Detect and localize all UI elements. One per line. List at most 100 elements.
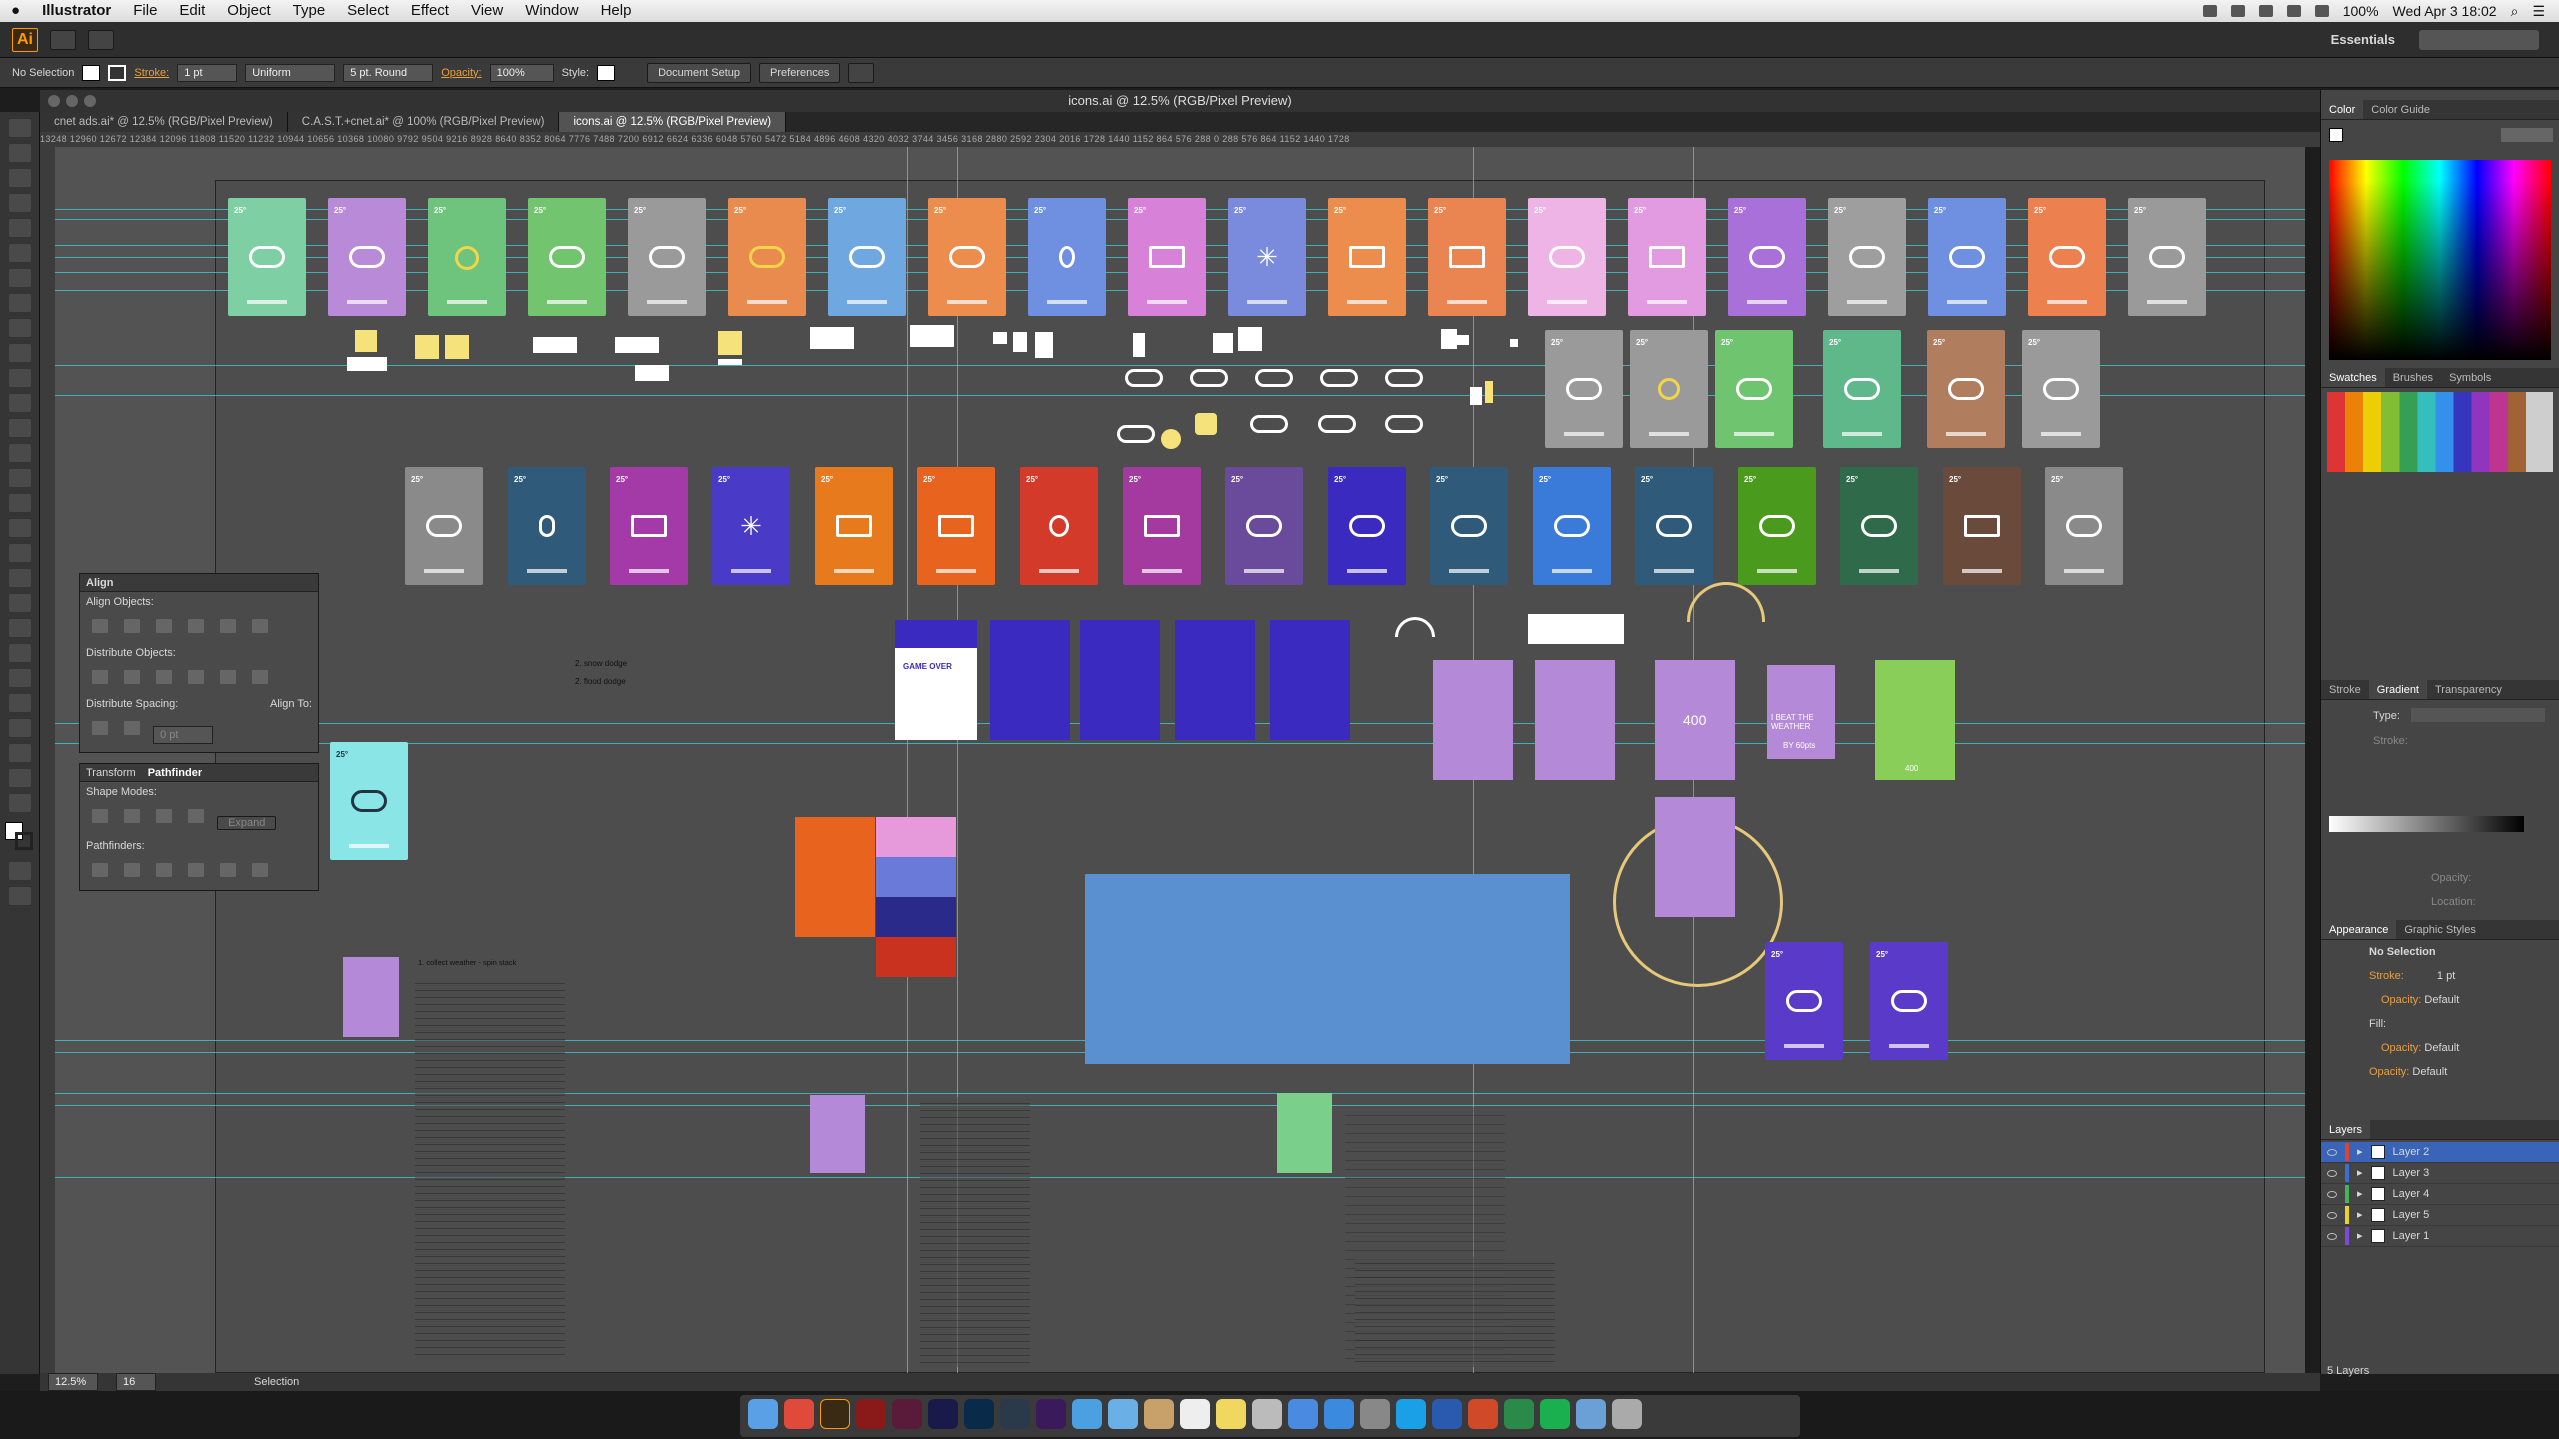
horizontal-spacing-icon[interactable]: [124, 721, 140, 735]
align-left-icon[interactable]: [92, 619, 108, 633]
ui-element[interactable]: [1441, 329, 1457, 349]
weather-card[interactable]: 25°: [528, 198, 606, 316]
disclosure-icon[interactable]: ▸: [2357, 1142, 2363, 1163]
cloud-icon[interactable]: [1385, 369, 1423, 387]
tray-icon[interactable]: [2230, 5, 2245, 17]
layer-name[interactable]: Layer 3: [2393, 1163, 2430, 1184]
tab-appearance[interactable]: Appearance: [2321, 920, 2397, 939]
blue-block[interactable]: [876, 857, 956, 897]
zoom-tool-icon[interactable]: [9, 794, 31, 812]
layer-name[interactable]: Layer 4: [2393, 1184, 2430, 1205]
flash-icon[interactable]: [856, 1399, 886, 1429]
icon-sheet[interactable]: [1085, 874, 1570, 1064]
folder-icon[interactable]: [1576, 1399, 1606, 1429]
cloud-icon[interactable]: [1125, 369, 1163, 387]
trash-icon[interactable]: [1612, 1399, 1642, 1429]
tray-icon[interactable]: [2202, 5, 2217, 17]
tab-transform[interactable]: Transform: [86, 764, 136, 781]
menu-file[interactable]: File: [122, 0, 168, 22]
powerpoint-icon[interactable]: [1468, 1399, 1498, 1429]
color-spectrum[interactable]: [2329, 160, 2551, 360]
ui-element[interactable]: [993, 332, 1007, 344]
outline-icon[interactable]: [220, 863, 236, 877]
weather-card[interactable]: 25°: [1428, 198, 1506, 316]
tab-color[interactable]: Color: [2321, 100, 2364, 119]
gradient-tool-icon[interactable]: [9, 594, 31, 612]
stroke-swatch[interactable]: [15, 832, 33, 850]
photos-icon[interactable]: [1252, 1399, 1282, 1429]
workspace-switcher[interactable]: Essentials: [2331, 32, 2395, 47]
purple-screen[interactable]: [1535, 660, 1615, 780]
ui-element[interactable]: [1035, 332, 1053, 358]
pink-block[interactable]: [876, 817, 956, 857]
tray-icon[interactable]: [2258, 5, 2273, 17]
weather-card[interactable]: 25°: [428, 198, 506, 316]
umbrella-screen[interactable]: [1175, 620, 1255, 740]
visibility-icon[interactable]: [2327, 1232, 2337, 1240]
stroke-swatch[interactable]: [108, 64, 127, 81]
guide[interactable]: [55, 1105, 2305, 1106]
ui-element[interactable]: [445, 335, 469, 359]
menu-edit[interactable]: Edit: [168, 0, 216, 22]
blend-tool-icon[interactable]: [9, 644, 31, 662]
weather-card[interactable]: 25°: [1630, 330, 1708, 448]
weather-card[interactable]: 25°: [1765, 942, 1843, 1060]
zoom-window-icon[interactable]: [84, 95, 96, 107]
guide[interactable]: [55, 1177, 2305, 1178]
minimize-window-icon[interactable]: [66, 95, 78, 107]
itunes-icon[interactable]: [1288, 1399, 1318, 1429]
ui-element[interactable]: [718, 331, 742, 355]
opacity-label[interactable]: Opacity:: [441, 67, 481, 79]
purple-thumbnail[interactable]: [810, 1095, 865, 1173]
column-graph-tool-icon[interactable]: [9, 694, 31, 712]
weather-card[interactable]: 25°: [405, 467, 483, 585]
ui-element[interactable]: [347, 357, 387, 371]
magic-wand-tool-icon[interactable]: [9, 169, 31, 187]
purple-screen[interactable]: 400: [1655, 660, 1735, 780]
cloud-icon[interactable]: [1255, 369, 1293, 387]
appstore-icon[interactable]: [1324, 1399, 1354, 1429]
indesign-icon[interactable]: [892, 1399, 922, 1429]
align-top-icon[interactable]: [188, 619, 204, 633]
tab-transparency[interactable]: Transparency: [2427, 680, 2510, 699]
vertical-spacing-icon[interactable]: [92, 721, 108, 735]
distribute-top-icon[interactable]: [92, 670, 108, 684]
free-transform-tool-icon[interactable]: [9, 494, 31, 512]
cloud-icon[interactable]: [1117, 425, 1155, 443]
orange-block[interactable]: [795, 817, 875, 937]
exclude-icon[interactable]: [188, 809, 204, 823]
drawing-mode-icon[interactable]: [9, 862, 31, 880]
arrange-documents-button[interactable]: [88, 29, 114, 50]
trim-icon[interactable]: [124, 863, 140, 877]
minus-back-icon[interactable]: [252, 863, 268, 877]
weather-card[interactable]: 25°: [1225, 467, 1303, 585]
intersect-icon[interactable]: [156, 809, 172, 823]
perspective-grid-tool-icon[interactable]: [9, 544, 31, 562]
distribute-vcenter-icon[interactable]: [124, 670, 140, 684]
menu-help[interactable]: Help: [590, 0, 643, 22]
weather-card[interactable]: 25°: [2028, 198, 2106, 316]
spacing-value-field[interactable]: 0 pt: [153, 726, 214, 744]
brush-definition[interactable]: 5 pt. Round: [343, 63, 434, 82]
distribute-left-icon[interactable]: [188, 670, 204, 684]
distribute-hcenter-icon[interactable]: [220, 670, 236, 684]
layer-row[interactable]: ▸ Layer 4: [2321, 1184, 2559, 1205]
animate-icon[interactable]: [1036, 1399, 1066, 1429]
moon-icon[interactable]: [1195, 413, 1217, 435]
cloud-icon[interactable]: [1320, 369, 1358, 387]
weather-card[interactable]: 25°: [1823, 330, 1901, 448]
layer-row[interactable]: ▸ Layer 5: [2321, 1205, 2559, 1226]
artboard-tool-icon[interactable]: [9, 719, 31, 737]
graphic-style-swatch[interactable]: [597, 64, 616, 81]
close-window-icon[interactable]: [48, 95, 60, 107]
tab-graphic-styles[interactable]: Graphic Styles: [2396, 920, 2484, 939]
eyedropper-tool-icon[interactable]: [9, 619, 31, 637]
align-panel-title[interactable]: Align: [80, 574, 318, 592]
paintbrush-tool-icon[interactable]: [9, 319, 31, 337]
appearance-opacity-row[interactable]: Opacity: Default: [2369, 1066, 2447, 1078]
finder-icon[interactable]: [748, 1399, 778, 1429]
appearance-fill-row[interactable]: Fill:: [2369, 1018, 2386, 1030]
align-right-icon[interactable]: [156, 619, 172, 633]
weather-card[interactable]: 25°: [1545, 330, 1623, 448]
ui-element[interactable]: [1470, 387, 1482, 405]
